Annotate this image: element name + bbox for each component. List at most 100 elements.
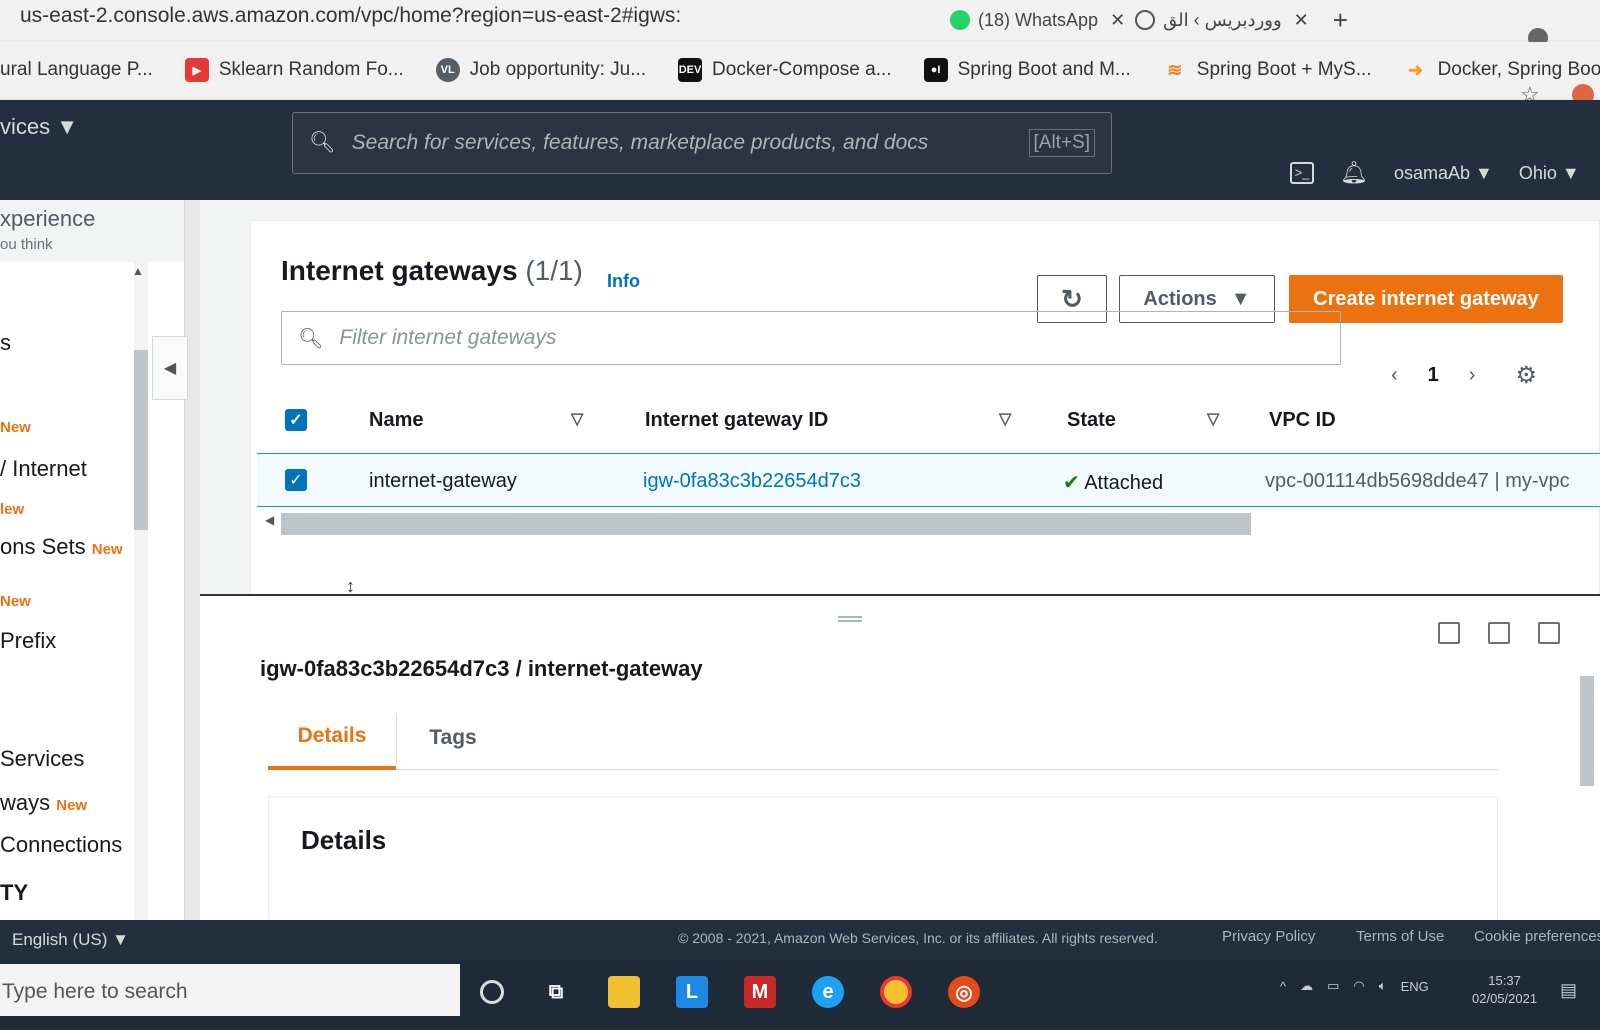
copyright-text: © 2008 - 2021, Amazon Web Services, Inc.… [678, 930, 1158, 946]
select-all-checkbox[interactable]: ✓ [285, 409, 307, 431]
region-name: Ohio [1518, 162, 1557, 183]
info-link[interactable]: Info [607, 271, 640, 292]
tab-tags[interactable]: Tags [398, 706, 508, 770]
gear-icon[interactable]: ⚙ [1515, 361, 1537, 390]
system-clock[interactable]: 15:37 02/05/2021 [1472, 972, 1537, 1008]
cloud-icon[interactable]: ☁ [1300, 978, 1313, 994]
cloudshell-icon[interactable]: >_ [1290, 162, 1314, 184]
column-header-name[interactable]: Name [369, 409, 423, 432]
whatsapp-icon [950, 10, 970, 30]
global-search-input[interactable]: 🔍︎ Search for services, features, market… [292, 112, 1112, 174]
services-menu[interactable]: vices ▼ [0, 114, 78, 140]
close-icon[interactable]: ✕ [1110, 10, 1125, 31]
sort-icon[interactable]: ▽ [999, 409, 1011, 429]
collapse-sidebar-button[interactable]: ◀ [152, 336, 188, 400]
sidebar-item[interactable]: lew [0, 494, 24, 520]
details-scrollbar[interactable] [1580, 676, 1594, 786]
panel-full-icon[interactable] [1538, 622, 1560, 644]
cell-gateway-id-link[interactable]: igw-0fa83c3b22654d7c3 [643, 470, 861, 493]
row-checkbox[interactable]: ✓ [285, 469, 307, 491]
sort-icon[interactable]: ▽ [571, 409, 583, 429]
edge-icon[interactable]: e [812, 976, 844, 1008]
bookmark-item[interactable]: ▶ Sklearn Random Fo... [184, 58, 404, 82]
chevron-up-icon[interactable]: ^ [1280, 979, 1286, 994]
sidebar-item-prefix-lists[interactable]: Prefix [0, 628, 56, 654]
bookmark-label: Sklearn Random Fo... [218, 59, 404, 80]
taskbar-apps: ⧉ L M e ◎ [480, 976, 980, 1008]
bookmark-item[interactable]: ≋ Spring Boot + MyS... [1163, 58, 1371, 82]
sidebar-item[interactable]: New [0, 586, 31, 612]
sidebar-item[interactable]: s [0, 330, 11, 356]
table-row[interactable]: ✓ internet-gateway igw-0fa83c3b22654d7c3… [257, 453, 1600, 507]
bookmark-label: Spring Boot and M... [957, 59, 1131, 80]
task-view-icon[interactable]: ⧉ [540, 976, 572, 1008]
filter-input[interactable]: 🔍︎ Filter internet gateways [281, 311, 1341, 365]
ubuntu-icon[interactable]: ◎ [948, 976, 980, 1008]
privacy-policy-link[interactable]: Privacy Policy [1222, 928, 1315, 945]
address-bar[interactable]: us-east-2.console.aws.amazon.com/vpc/hom… [20, 4, 681, 28]
column-header-id[interactable]: Internet gateway ID [645, 409, 828, 432]
cell-name: internet-gateway [369, 470, 517, 492]
new-tab-icon[interactable]: + [1333, 5, 1348, 36]
wifi-icon[interactable]: ◠ [1353, 978, 1364, 994]
bookmark-label: ural Language P... [0, 59, 153, 80]
terms-link[interactable]: Terms of Use [1356, 928, 1444, 945]
scroll-up-icon[interactable]: ▲ [132, 264, 144, 278]
cortana-icon[interactable] [480, 980, 504, 1004]
sidebar-item-peering-connections[interactable]: Connections [0, 832, 122, 858]
language-selector[interactable]: English (US) ▼ [12, 930, 129, 950]
region-menu[interactable]: Ohio ▼ [1519, 163, 1580, 184]
chrome-icon[interactable] [880, 976, 912, 1008]
sidebar-item-endpoint-services[interactable]: Services [0, 746, 84, 772]
horizontal-scrollbar[interactable] [281, 513, 1251, 535]
page-number[interactable]: 1 [1428, 364, 1439, 387]
sidebar-item[interactable]: New [0, 412, 31, 438]
panel-bottom-icon[interactable] [1438, 622, 1460, 644]
column-header-state[interactable]: State [1067, 409, 1116, 432]
sidebar-scroll-thumb[interactable] [134, 350, 148, 530]
actions-label: Actions [1143, 287, 1217, 310]
column-header-vpc[interactable]: VPC ID [1269, 409, 1336, 432]
next-page-icon[interactable]: › [1469, 364, 1476, 387]
resize-icon[interactable]: ↕ [346, 576, 355, 597]
caret-left-icon: ◀ [163, 360, 177, 377]
cookie-preferences-link[interactable]: Cookie preferences [1474, 928, 1600, 945]
split-drag-handle[interactable] [838, 616, 862, 622]
system-tray: ^ ☁ ▭ ◠ 🔈︎ ENG [1280, 978, 1429, 994]
sort-icon[interactable]: ▽ [1207, 409, 1219, 429]
volume-icon[interactable]: 🔈︎ [1379, 978, 1387, 994]
page-title: Internet gateways (1/1) [281, 255, 583, 287]
feedback-banner[interactable]: xperience ou think [0, 200, 184, 262]
table-header: ✓ Name ▽ Internet gateway ID ▽ State ▽ V… [257, 389, 1600, 451]
battery-icon[interactable]: ▭ [1327, 978, 1339, 994]
bookmark-item[interactable]: VL Job opportunity: Ju... [435, 58, 646, 82]
input-language[interactable]: ENG [1401, 979, 1429, 994]
clock-date: 02/05/2021 [1472, 991, 1538, 1006]
tab-details[interactable]: Details [268, 706, 396, 770]
close-icon[interactable]: ✕ [1294, 10, 1309, 31]
cell-vpc-link[interactable]: vpc-001114db5698dde47 | my-vpc [1265, 470, 1570, 493]
bookmarks-bar: ural Language P... ▶ Sklearn Random Fo..… [0, 42, 1600, 98]
app-l-icon[interactable]: L [676, 976, 708, 1008]
sidebar-item-gateways[interactable]: ways New [0, 790, 87, 816]
notifications-icon[interactable]: ▤ [1560, 980, 1577, 1001]
tab-wordpress[interactable]: ووردبريس › الق ✕ [1135, 10, 1309, 31]
prev-page-icon[interactable]: ‹ [1391, 364, 1398, 387]
bell-icon[interactable]: 🔔︎ [1340, 160, 1368, 186]
file-explorer-icon[interactable] [608, 976, 640, 1008]
user-menu[interactable]: osamaAb ▼ [1394, 163, 1493, 184]
refresh-icon: ↻ [1061, 283, 1083, 314]
sidebar-item-option-sets[interactable]: ons Sets New [0, 534, 123, 560]
bookmark-item[interactable]: ●I Spring Boot and M... [923, 58, 1131, 82]
sidebar-item-internet-gateways[interactable]: / Internet [0, 456, 87, 482]
scroll-left-icon[interactable]: ◀ [265, 513, 274, 527]
bookmark-item[interactable]: DEV Docker-Compose a... [678, 58, 892, 82]
bookmark-item[interactable]: ural Language P... [0, 59, 153, 81]
details-section-title: Details [301, 825, 387, 855]
tab-whatsapp[interactable]: (18) WhatsApp ✕ [950, 10, 1125, 31]
aws-top-nav: vices ▼ 🔍︎ Search for services, features… [0, 100, 1600, 200]
panel-side-icon[interactable] [1488, 622, 1510, 644]
mcafee-icon[interactable]: M [744, 976, 776, 1008]
bookmark-item[interactable]: ➜ Docker, Spring Boo... [1404, 58, 1600, 82]
windows-search-input[interactable]: Type here to search [0, 964, 460, 1016]
